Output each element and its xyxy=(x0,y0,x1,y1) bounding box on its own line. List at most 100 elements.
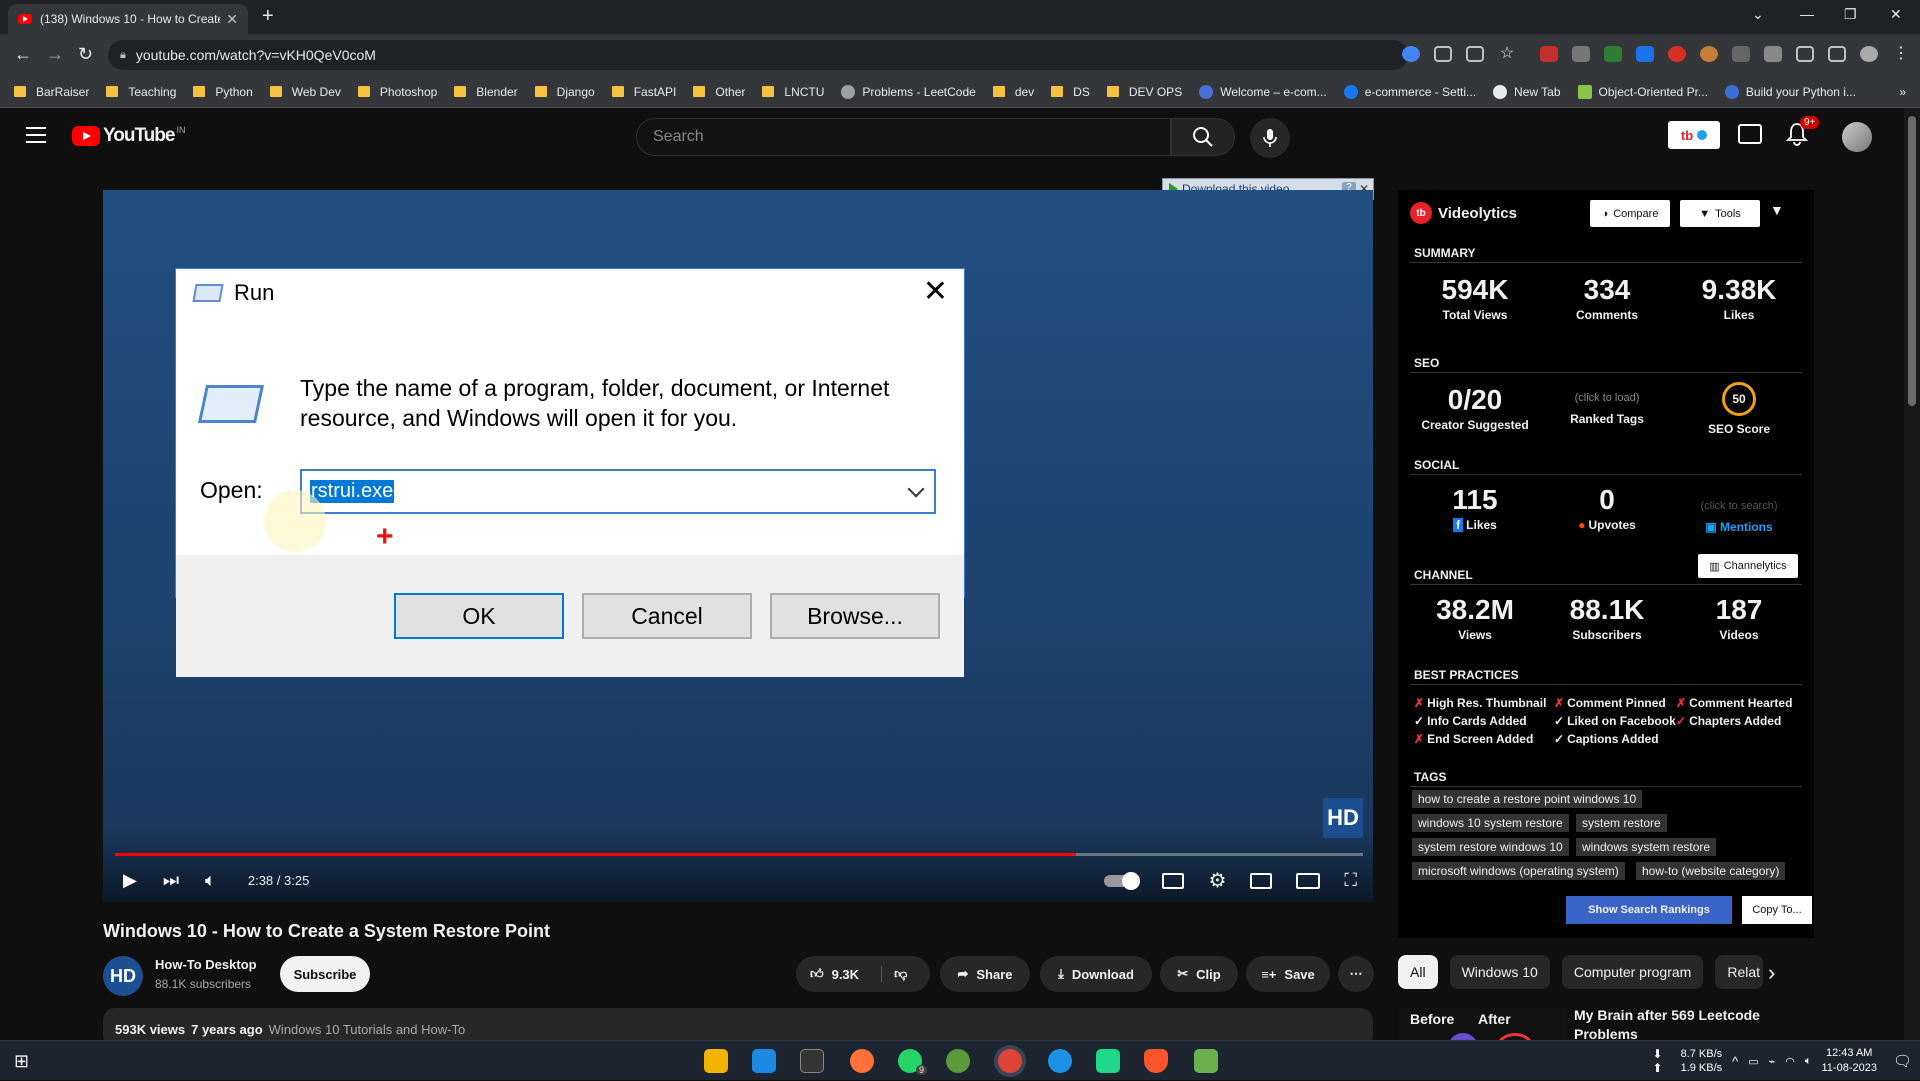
chip-computer-program[interactable]: Computer program xyxy=(1561,955,1704,989)
clock[interactable]: 12:43 AM 11-08-2023 xyxy=(1822,1046,1877,1076)
translate-extension-icon[interactable] xyxy=(1636,46,1654,62)
video-player[interactable]: Run ✕ Type the name of a program, folder… xyxy=(103,190,1373,902)
tag-chip[interactable]: system restore xyxy=(1576,814,1667,832)
bookmark-folder[interactable]: FastAPI xyxy=(611,85,676,99)
app-icon[interactable] xyxy=(1194,1049,1218,1073)
scrollbar-thumb[interactable] xyxy=(1908,116,1916,406)
notification-center-icon[interactable]: 🗨︎ xyxy=(1893,1052,1912,1070)
reload-icon[interactable]: ↻ xyxy=(78,44,93,65)
browser-menu-icon[interactable]: ⋮ xyxy=(1892,46,1910,62)
compare-button[interactable]: ◑ Compare xyxy=(1590,200,1670,227)
like-count[interactable]: 9.3K xyxy=(832,967,859,982)
tab-search-icon[interactable]: ⌄ xyxy=(1752,6,1764,23)
menu-icon[interactable] xyxy=(26,127,46,148)
display-icon[interactable]: ▭ xyxy=(1748,1055,1758,1068)
tag-chip[interactable]: how to create a restore point windows 10 xyxy=(1412,790,1643,808)
show-search-rankings-button[interactable]: Show Search Rankings xyxy=(1566,896,1732,924)
collapse-icon[interactable]: ▼ xyxy=(1770,202,1784,218)
tab-close-icon[interactable]: ✕ xyxy=(226,11,238,28)
tag-chip[interactable]: how-to (website category) xyxy=(1636,862,1786,880)
file-explorer-icon[interactable] xyxy=(704,1049,728,1073)
open-in-app-icon[interactable] xyxy=(1434,46,1452,62)
more-bookmarks-icon[interactable]: » xyxy=(1899,85,1906,99)
notifications-button[interactable]: 9+ xyxy=(1785,116,1820,148)
pycharm-icon[interactable] xyxy=(1096,1049,1120,1073)
screenshot-extension-icon[interactable] xyxy=(1572,46,1590,62)
chip-all[interactable]: All xyxy=(1398,955,1438,989)
bookmark-folder[interactable]: Django xyxy=(534,85,595,99)
bookmark-link[interactable]: New Tab xyxy=(1493,84,1561,99)
minimize-icon[interactable]: — xyxy=(1800,6,1814,22)
bookmark-folder[interactable]: Python xyxy=(193,85,253,99)
next-icon[interactable]: ⏭︎ xyxy=(163,870,179,891)
page-scrollbar[interactable] xyxy=(1904,108,1920,1040)
tag-chip[interactable]: microsoft windows (operating system) xyxy=(1412,862,1625,880)
tubebuddy-button[interactable]: tb xyxy=(1668,121,1720,149)
bookmark-folder[interactable]: Teaching xyxy=(106,85,176,99)
description-tag[interactable]: Windows 10 Tutorials and How-To xyxy=(269,1022,466,1037)
cookie-extension-icon[interactable] xyxy=(1700,46,1718,62)
create-video-icon[interactable] xyxy=(1738,124,1762,144)
bookmark-star-icon[interactable]: ☆ xyxy=(1498,46,1516,62)
share-icon[interactable] xyxy=(1466,46,1484,62)
more-actions-icon[interactable]: ⋯ xyxy=(1338,956,1374,992)
vscode-icon[interactable] xyxy=(752,1049,776,1073)
settings-gear-icon[interactable]: ⚙︎ xyxy=(1208,868,1226,893)
reading-list-icon[interactable] xyxy=(1796,46,1814,62)
pinterest-extension-icon[interactable] xyxy=(1668,46,1686,62)
youtube-logo[interactable]: YouTube IN xyxy=(72,125,185,147)
bookmark-folder[interactable]: Photoshop xyxy=(357,85,437,99)
bookmark-folder[interactable]: Blender xyxy=(454,85,518,99)
bookmark-link[interactable]: Problems - LeetCode xyxy=(841,84,976,99)
bookmark-folder[interactable]: DEV OPS xyxy=(1106,85,1182,99)
firefox-icon[interactable] xyxy=(850,1049,874,1073)
bookmark-link[interactable]: Welcome – e-com... xyxy=(1199,84,1327,99)
bookmark-folder[interactable]: DS xyxy=(1051,85,1090,99)
google-lens-icon[interactable] xyxy=(1402,46,1420,62)
terminal-icon[interactable] xyxy=(800,1049,824,1073)
chip-related[interactable]: Relat xyxy=(1715,955,1764,989)
youtube-extension-icon[interactable] xyxy=(1540,46,1558,62)
download-button[interactable]: ⤓ Download xyxy=(1040,956,1152,992)
bookmark-link[interactable]: e-commerce - Setti... xyxy=(1343,84,1476,99)
subtitles-icon[interactable] xyxy=(1162,872,1185,889)
clip-button[interactable]: ✂ Clip xyxy=(1160,956,1238,992)
close-window-icon[interactable]: ✕ xyxy=(1890,6,1902,23)
save-button[interactable]: ≡+ Save xyxy=(1246,956,1330,992)
subscribe-button[interactable]: Subscribe xyxy=(280,956,370,992)
chrome-icon[interactable] xyxy=(998,1049,1022,1073)
fullscreen-icon[interactable]: ⛶ xyxy=(1344,870,1357,891)
tools-button[interactable]: ▼ Tools xyxy=(1680,200,1760,227)
user-avatar[interactable] xyxy=(1842,122,1872,152)
bookmark-link[interactable]: Build your Python i... xyxy=(1724,84,1856,99)
share-button[interactable]: ➦ Share xyxy=(940,956,1030,992)
channelytics-button[interactable]: ▥ Channelytics xyxy=(1698,554,1798,578)
ranked-tags-stat[interactable]: (click to load) Ranked Tags xyxy=(1542,392,1672,426)
voice-search-button[interactable] xyxy=(1250,118,1290,158)
bookmark-link[interactable]: Object-Oriented Pr... xyxy=(1577,84,1708,99)
thumbs-down-icon[interactable]: 👎︎ xyxy=(881,966,907,982)
autoplay-toggle[interactable] xyxy=(1104,871,1141,890)
docker-icon[interactable] xyxy=(1048,1049,1072,1073)
side-panel-icon[interactable] xyxy=(1828,46,1846,62)
back-icon[interactable]: ← xyxy=(14,44,32,65)
copy-to-button[interactable]: Copy To... xyxy=(1742,896,1812,924)
extension-icon[interactable] xyxy=(1604,46,1622,62)
windows-start-icon[interactable]: ⊞ xyxy=(14,1051,29,1072)
bookmark-folder[interactable]: LNCTU xyxy=(762,85,824,99)
bookmark-folder[interactable]: Other xyxy=(693,85,745,99)
bookmark-folder[interactable]: Web Dev xyxy=(269,85,341,99)
address-bar[interactable]: 🔒︎ youtube.com/watch?v=vKH0QeV0coM xyxy=(108,40,1408,70)
search-input[interactable]: Search xyxy=(636,118,1171,156)
volume-icon[interactable]: 🔈︎ xyxy=(205,870,216,891)
volume-icon[interactable]: 🔈︎ xyxy=(1805,1055,1812,1068)
tag-chip[interactable]: system restore windows 10 xyxy=(1412,838,1569,856)
recommended-title[interactable]: My Brain after 569 Leetcode Problems xyxy=(1574,1006,1814,1044)
tag-chip[interactable]: windows 10 system restore xyxy=(1412,814,1569,832)
thumbs-up-icon[interactable]: 👍︎ xyxy=(810,966,824,982)
search-button[interactable] xyxy=(1171,118,1235,156)
restore-icon[interactable]: ❐ xyxy=(1844,6,1857,23)
network-icon[interactable]: ⌁ xyxy=(1769,1055,1776,1068)
channel-name[interactable]: How-To Desktop xyxy=(155,957,257,972)
forward-icon[interactable]: → xyxy=(46,44,64,65)
